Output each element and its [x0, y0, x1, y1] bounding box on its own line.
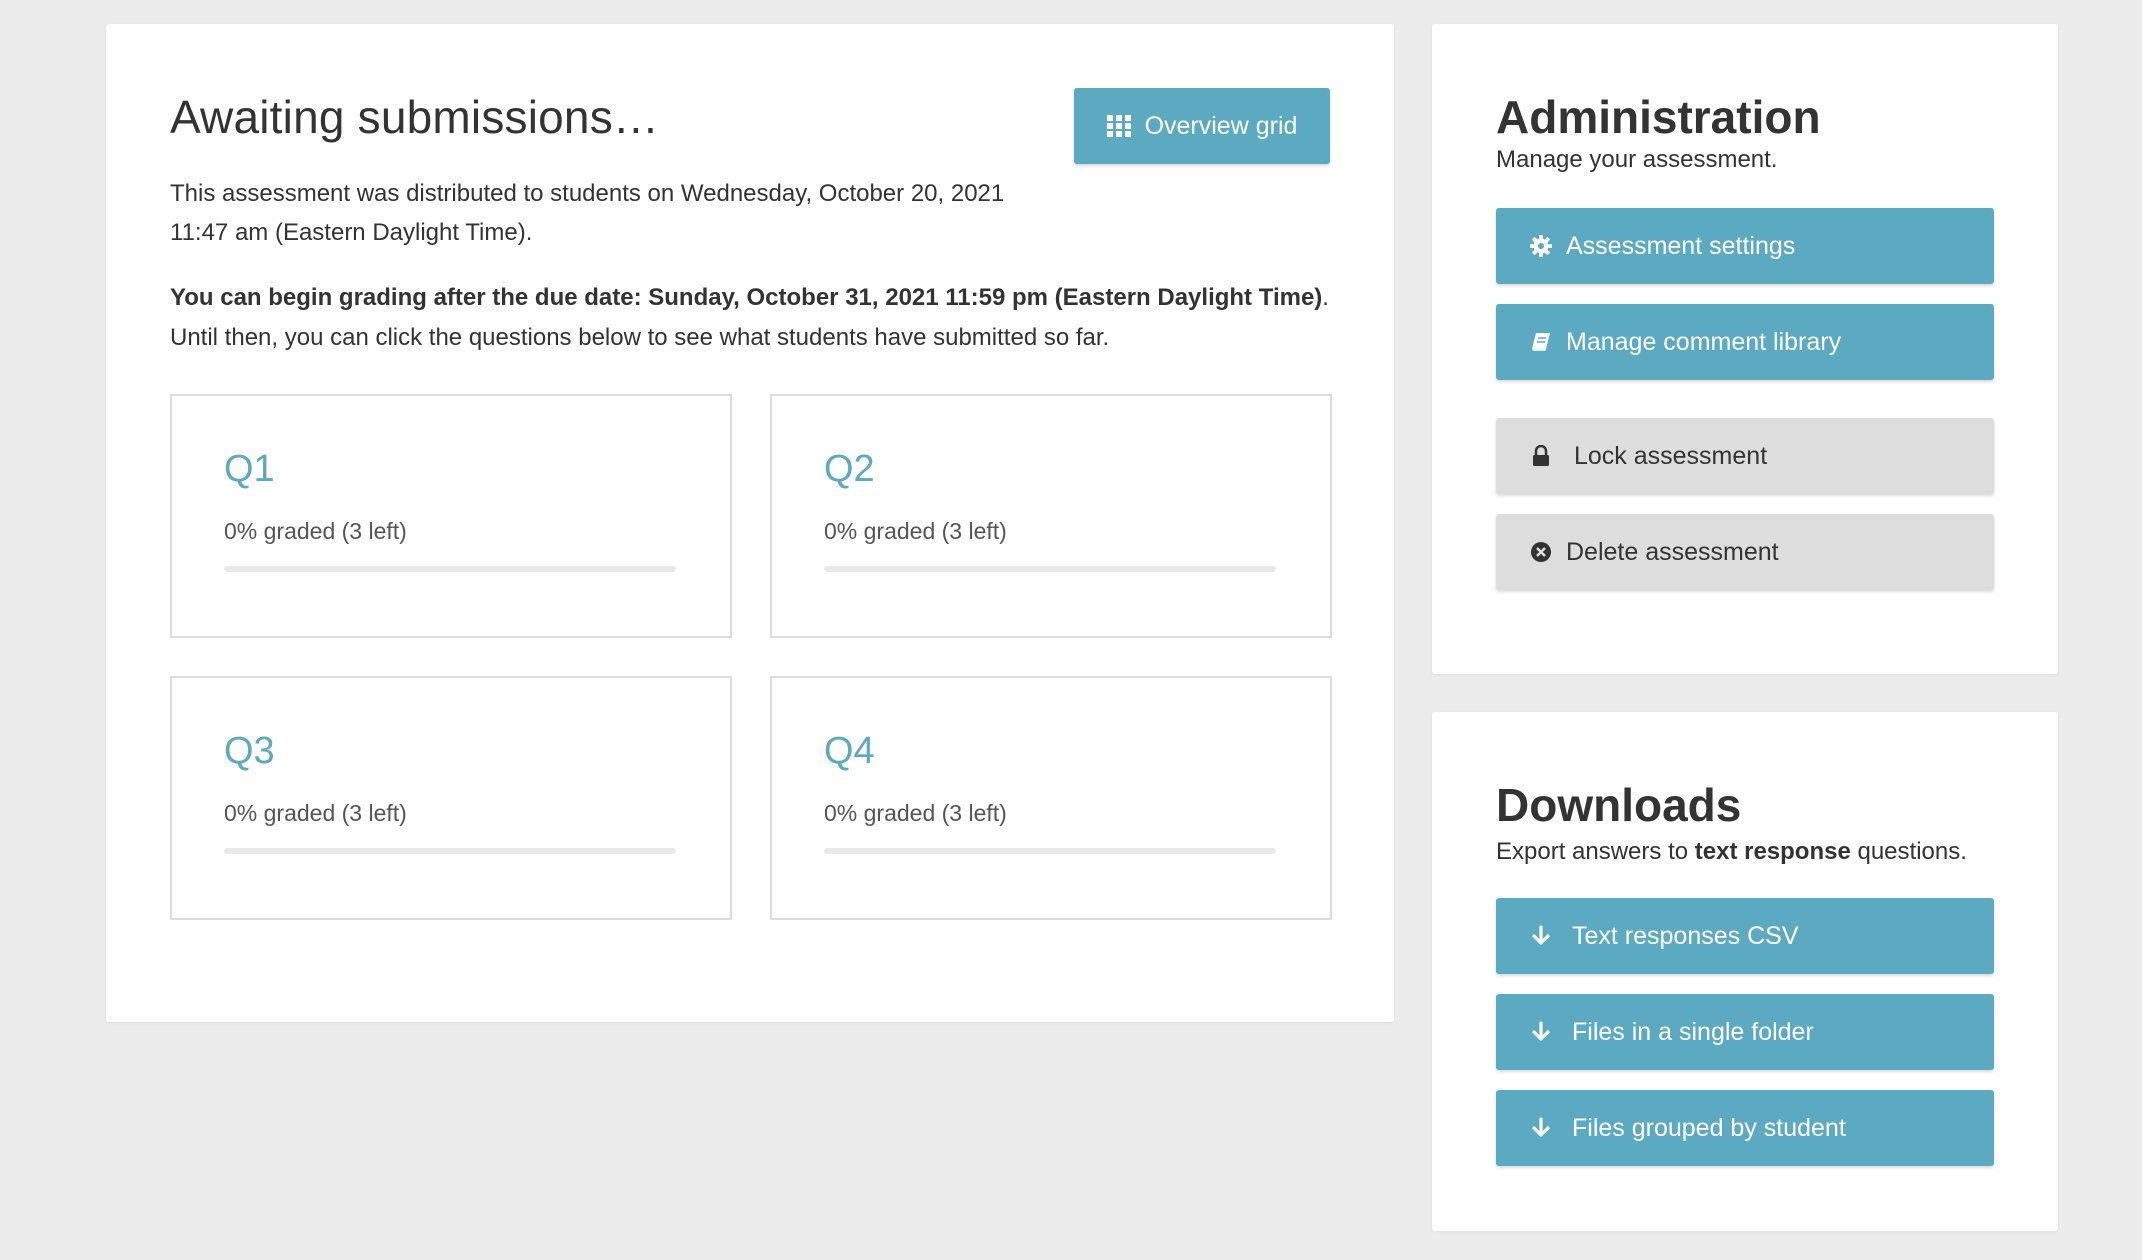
- question-progress-bar: [824, 566, 1276, 572]
- grid-icon: [1106, 115, 1131, 137]
- question-progress-text: 0% graded (3 left): [824, 518, 1007, 544]
- files-single-folder-label: Files in a single folder: [1572, 1017, 1814, 1046]
- question-progress-bar: [224, 848, 676, 854]
- due-date-period: .: [1322, 284, 1329, 311]
- manage-comment-library-button[interactable]: Manage comment library: [1496, 304, 1994, 380]
- book-icon: [1528, 331, 1554, 353]
- question-progress-text: 0% graded (3 left): [224, 518, 407, 544]
- downloads-title: Downloads: [1496, 779, 1742, 831]
- assessment-settings-button[interactable]: Assessment settings: [1496, 208, 1994, 284]
- files-single-folder-button[interactable]: Files in a single folder: [1496, 994, 1994, 1070]
- manage-comment-library-label: Manage comment library: [1566, 327, 1842, 356]
- downloads-subtitle-prefix: Export answers to: [1496, 838, 1695, 865]
- distribution-info: This assessment was distributed to stude…: [170, 174, 1070, 252]
- delete-assessment-button[interactable]: Delete assessment: [1496, 514, 1994, 590]
- downloads-panel: Downloads Export answers to text respons…: [1432, 712, 2058, 1231]
- text-responses-csv-label: Text responses CSV: [1572, 921, 1799, 950]
- lock-icon: [1528, 445, 1554, 467]
- arrow-down-icon: [1528, 1117, 1554, 1139]
- lock-assessment-label: Lock assessment: [1574, 441, 1768, 470]
- distribution-text-line2: 11:47 am (Eastern Daylight Time).: [170, 219, 533, 246]
- downloads-subtitle-emphasis: text response: [1694, 838, 1851, 865]
- question-card-q3[interactable]: Q3 0% graded (3 left): [170, 676, 732, 920]
- arrow-down-icon: [1528, 1021, 1554, 1043]
- administration-title: Administration: [1496, 91, 1821, 143]
- question-title: Q4: [824, 730, 875, 772]
- question-title: Q3: [224, 730, 275, 772]
- grading-note: You can begin grading after the due date…: [170, 278, 1350, 358]
- question-progress-bar: [224, 566, 676, 572]
- due-date-note: You can begin grading after the due date…: [170, 284, 1323, 311]
- question-card-q2[interactable]: Q2 0% graded (3 left): [770, 394, 1332, 638]
- submission-preview-note: Until then, you can click the questions …: [170, 324, 1110, 351]
- downloads-subtitle: Export answers to text response question…: [1496, 838, 1967, 866]
- arrow-down-icon: [1528, 925, 1554, 947]
- downloads-subtitle-suffix: questions.: [1850, 838, 1967, 865]
- administration-subtitle: Manage your assessment.: [1496, 146, 1778, 173]
- overview-grid-button[interactable]: Overview grid: [1074, 88, 1330, 164]
- administration-panel: Administration Manage your assessment. A…: [1432, 24, 2058, 674]
- text-responses-csv-button[interactable]: Text responses CSV: [1496, 898, 1994, 974]
- question-title: Q1: [224, 448, 275, 490]
- question-card-q1[interactable]: Q1 0% graded (3 left): [170, 394, 732, 638]
- times-circle-icon: [1528, 541, 1554, 563]
- grading-overview-panel: Awaiting submissions… Overview grid This…: [106, 24, 1394, 1022]
- question-card-q4[interactable]: Q4 0% graded (3 left): [770, 676, 1332, 920]
- files-grouped-by-student-button[interactable]: Files grouped by student: [1496, 1090, 1994, 1166]
- question-progress-bar: [824, 848, 1276, 854]
- lock-assessment-button[interactable]: Lock assessment: [1496, 418, 1994, 494]
- delete-assessment-label: Delete assessment: [1566, 537, 1779, 566]
- page-title: Awaiting submissions…: [170, 91, 660, 143]
- question-progress-text: 0% graded (3 left): [824, 800, 1007, 826]
- overview-grid-label: Overview grid: [1144, 111, 1298, 140]
- gear-icon: [1528, 235, 1554, 257]
- question-progress-text: 0% graded (3 left): [224, 800, 407, 826]
- distribution-text-line1: This assessment was distributed to stude…: [170, 180, 1005, 207]
- question-title: Q2: [824, 448, 875, 490]
- files-grouped-by-student-label: Files grouped by student: [1572, 1113, 1846, 1142]
- assessment-settings-label: Assessment settings: [1566, 231, 1796, 260]
